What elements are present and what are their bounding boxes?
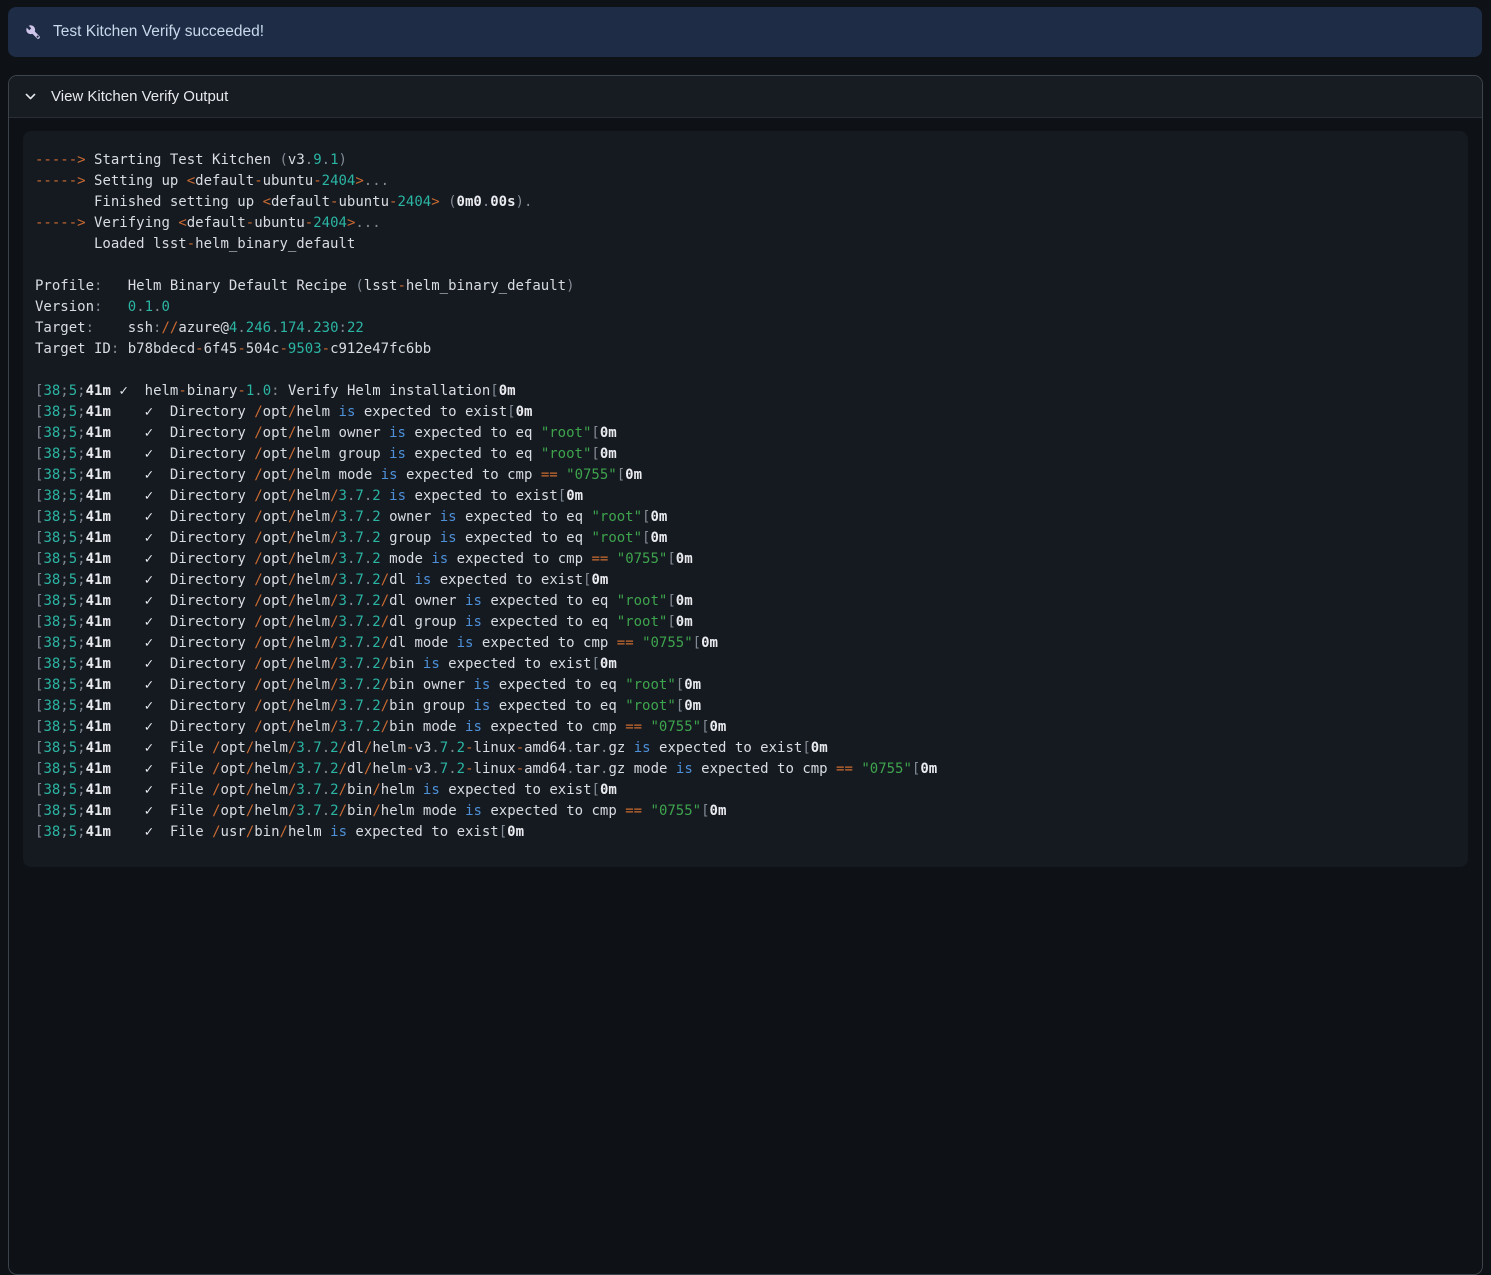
terminal-line: [38;5;41m ✓ Directory /opt/helm/3.7.2/bi… bbox=[35, 654, 1456, 675]
terminal-line: [38;5;41m ✓ Directory /opt/helm/3.7.2/bi… bbox=[35, 675, 1456, 696]
terminal-line: [38;5;41m ✓ Directory /opt/helm/3.7.2 is… bbox=[35, 486, 1456, 507]
terminal-line: Target ID: b78bdecd-6f45-504c-9503-c912e… bbox=[35, 339, 1456, 360]
terminal-line: [38;5;41m ✓ File /opt/helm/3.7.2/dl/helm… bbox=[35, 759, 1456, 780]
terminal-line: [38;5;41m ✓ Directory /opt/helm group is… bbox=[35, 444, 1456, 465]
terminal-line: [38;5;41m ✓ File /opt/helm/3.7.2/dl/helm… bbox=[35, 738, 1456, 759]
terminal-line: [38;5;41m ✓ Directory /opt/helm/3.7.2 gr… bbox=[35, 528, 1456, 549]
banner-message: Test Kitchen Verify succeeded! bbox=[53, 23, 264, 41]
terminal-line: [38;5;41m ✓ File /usr/bin/helm is expect… bbox=[35, 822, 1456, 843]
terminal-line: [38;5;41m ✓ File /opt/helm/3.7.2/bin/hel… bbox=[35, 780, 1456, 801]
terminal-line: [38;5;41m ✓ Directory /opt/helm is expec… bbox=[35, 402, 1456, 423]
terminal-line: [38;5;41m ✓ Directory /opt/helm/3.7.2/bi… bbox=[35, 717, 1456, 738]
terminal-line: -----> Starting Test Kitchen (v3.9.1) bbox=[35, 150, 1456, 171]
terminal-output: -----> Starting Test Kitchen (v3.9.1)---… bbox=[23, 131, 1468, 867]
expander-title: View Kitchen Verify Output bbox=[51, 88, 228, 105]
terminal-line: [38;5;41m ✓ File /opt/helm/3.7.2/bin/hel… bbox=[35, 801, 1456, 822]
terminal-line bbox=[35, 360, 1456, 381]
terminal-line: [38;5;41m ✓ Directory /opt/helm/3.7.2 ow… bbox=[35, 507, 1456, 528]
terminal-line: Profile: Helm Binary Default Recipe (lss… bbox=[35, 276, 1456, 297]
terminal-line: [38;5;41m ✓ Directory /opt/helm/3.7.2/bi… bbox=[35, 696, 1456, 717]
terminal-line: [38;5;41m ✓ Directory /opt/helm/3.7.2 mo… bbox=[35, 549, 1456, 570]
success-banner: Test Kitchen Verify succeeded! bbox=[8, 7, 1482, 57]
terminal-line: Version: 0.1.0 bbox=[35, 297, 1456, 318]
wrench-icon bbox=[24, 23, 43, 42]
terminal-line: [38;5;41m ✓ Directory /opt/helm/3.7.2/dl… bbox=[35, 612, 1456, 633]
terminal-line: -----> Setting up <default-ubuntu-2404>.… bbox=[35, 171, 1456, 192]
expander-header[interactable]: View Kitchen Verify Output bbox=[9, 76, 1482, 118]
terminal-line: Target: ssh://azure@4.246.174.230:22 bbox=[35, 318, 1456, 339]
terminal-line: Finished setting up <default-ubuntu-2404… bbox=[35, 192, 1456, 213]
terminal-line: Loaded lsst-helm_binary_default bbox=[35, 234, 1456, 255]
terminal-line: [38;5;41m ✓ Directory /opt/helm/3.7.2/dl… bbox=[35, 633, 1456, 654]
expander-body: -----> Starting Test Kitchen (v3.9.1)---… bbox=[9, 131, 1482, 867]
terminal-line: [38;5;41m ✓ Directory /opt/helm owner is… bbox=[35, 423, 1456, 444]
terminal-line: [38;5;41m ✓ Directory /opt/helm/3.7.2/dl… bbox=[35, 591, 1456, 612]
terminal-line: -----> Verifying <default-ubuntu-2404>..… bbox=[35, 213, 1456, 234]
terminal-line bbox=[35, 255, 1456, 276]
chevron-down-icon[interactable] bbox=[22, 90, 39, 103]
terminal-line: [38;5;41m ✓ helm-binary-1.0: Verify Helm… bbox=[35, 381, 1456, 402]
terminal-line: [38;5;41m ✓ Directory /opt/helm/3.7.2/dl… bbox=[35, 570, 1456, 591]
terminal-line: [38;5;41m ✓ Directory /opt/helm mode is … bbox=[35, 465, 1456, 486]
kitchen-output-expander: View Kitchen Verify Output -----> Starti… bbox=[8, 75, 1483, 1275]
